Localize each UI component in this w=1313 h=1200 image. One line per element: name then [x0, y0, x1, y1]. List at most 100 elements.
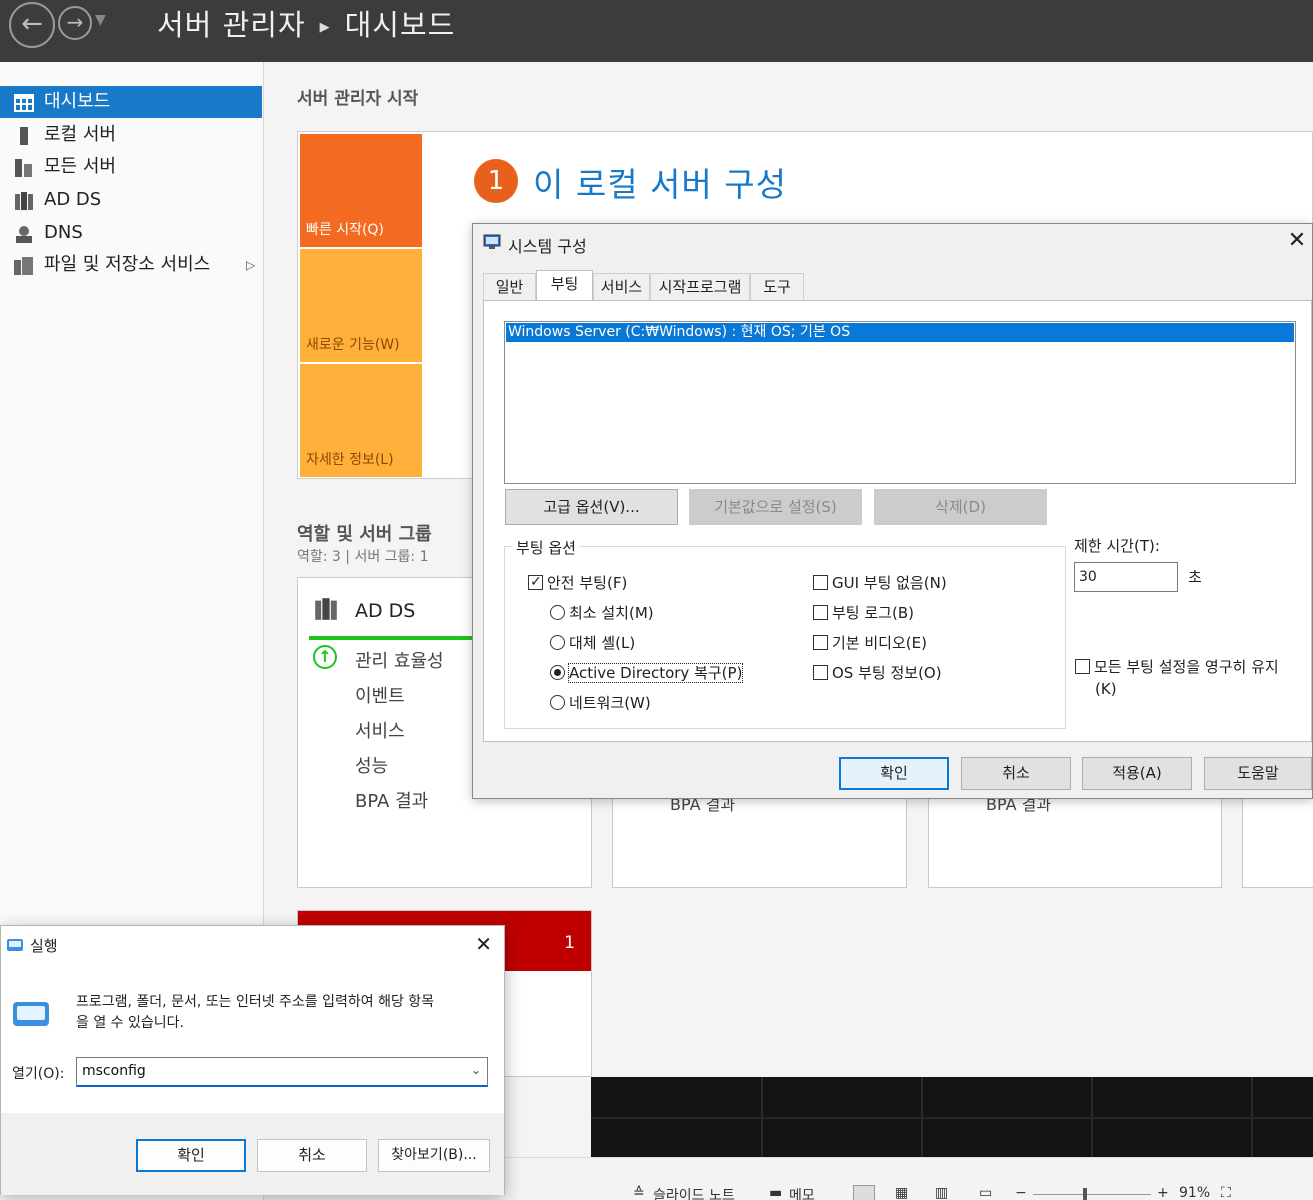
fit-to-window-icon[interactable]: ⛶: [1221, 1185, 1231, 1200]
dashboard-icon: [14, 94, 34, 112]
tab-boot[interactable]: 부팅: [536, 270, 593, 301]
card-link-manageability[interactable]: 관리 효율성: [355, 647, 444, 673]
zoom-out-icon[interactable]: −: [1015, 1185, 1027, 1200]
card-link-performance[interactable]: 성능: [355, 752, 388, 778]
advanced-options-button[interactable]: 고급 옵션(V)...: [505, 489, 678, 525]
option-label: 기본 비디오(E): [832, 634, 927, 652]
checkbox-icon: [813, 605, 828, 620]
server-icon: [20, 127, 28, 145]
comment-icon: ▬: [769, 1185, 783, 1200]
cancel-button[interactable]: 취소: [257, 1139, 367, 1172]
zoom-slider[interactable]: [1033, 1194, 1151, 1195]
close-icon[interactable]: ✕: [1284, 228, 1310, 253]
set-default-button[interactable]: 기본값으로 설정(S): [689, 489, 862, 525]
ad-ds-icon: [315, 598, 337, 620]
title-bar: ← → ▼ 서버 관리자 ▶ 대시보드: [0, 0, 1313, 62]
storage-icon: [14, 257, 33, 275]
dialog-title: 실행: [30, 937, 58, 955]
tile-whats-new[interactable]: 새로운 기능(W): [300, 249, 422, 362]
sidebar-item-dashboard[interactable]: 대시보드: [0, 86, 262, 118]
no-gui-boot-checkbox[interactable]: GUI 부팅 없음(N): [813, 573, 947, 593]
help-button[interactable]: 도움말: [1204, 757, 1312, 790]
card-link-events[interactable]: 이벤트: [355, 682, 405, 708]
persist-settings-shortcut: (K): [1095, 680, 1117, 698]
slide-notes-button[interactable]: 슬라이드 노트: [653, 1185, 735, 1200]
ok-button[interactable]: 확인: [136, 1139, 246, 1172]
card-title: AD DS: [355, 600, 416, 622]
roles-count: 역할: 3 | 서버 그룹: 1: [297, 549, 429, 565]
tab-startup[interactable]: 시작프로그램: [650, 273, 750, 300]
close-icon[interactable]: ✕: [475, 932, 492, 956]
run-dialog: 실행 ✕ 프로그램, 폴더, 문서, 또는 인터넷 주소를 입력하여 해당 항목…: [0, 925, 505, 1195]
checkbox-icon: [813, 635, 828, 650]
tab-general[interactable]: 일반: [483, 273, 536, 300]
sidebar-item-ad-ds[interactable]: AD DS: [0, 184, 262, 216]
history-dropdown-icon[interactable]: ▼: [95, 12, 106, 28]
tile-learn-more[interactable]: 자세한 정보(L): [300, 364, 422, 477]
chevron-down-icon[interactable]: ⌄: [471, 1063, 481, 1077]
sidebar-item-dns[interactable]: DNS: [0, 217, 262, 249]
radio-icon: [550, 695, 565, 710]
safe-boot-checkbox[interactable]: 안전 부팅(F): [528, 572, 628, 593]
network-radio[interactable]: 네트워크(W): [550, 693, 651, 713]
system-configuration-dialog: 시스템 구성 ✕ 일반 부팅 서비스 시작프로그램 도구 Windows Ser…: [472, 223, 1313, 799]
apply-button[interactable]: 적용(A): [1082, 757, 1192, 790]
description-line: 을 열 수 있습니다.: [76, 1015, 184, 1031]
tile-label: 새로운 기능(W): [306, 337, 400, 353]
browse-button[interactable]: 찾아보기(B)...: [378, 1139, 490, 1172]
boot-entries-list[interactable]: Windows Server (C:₩Windows) : 현재 OS; 기본 …: [504, 321, 1296, 484]
sidebar-item-all-servers[interactable]: 모든 서버: [0, 151, 262, 183]
card-link-bpa[interactable]: BPA 결과: [355, 787, 428, 813]
slideshow-icon[interactable]: ▭: [979, 1185, 992, 1200]
ad-repair-radio[interactable]: Active Directory 복구(P): [550, 663, 744, 683]
radio-icon: [550, 605, 565, 620]
configure-local-server-link[interactable]: 이 로컬 서버 구성: [533, 158, 787, 206]
sidebar-item-local-server[interactable]: 로컬 서버: [0, 119, 262, 151]
zoom-level[interactable]: 91%: [1179, 1185, 1210, 1200]
option-label: 모든 부팅 설정을 영구히 유지: [1094, 658, 1279, 676]
sidebar-item-label: 파일 및 저장소 서비스: [44, 254, 211, 275]
run-program-icon: [13, 1002, 49, 1026]
option-label: GUI 부팅 없음(N): [832, 574, 947, 592]
back-arrow-icon[interactable]: ←: [9, 2, 55, 48]
normal-view-icon[interactable]: [853, 1185, 875, 1200]
slide-sorter-icon[interactable]: ▦: [895, 1185, 908, 1200]
boot-entry-item[interactable]: Windows Server (C:₩Windows) : 현재 OS; 기본 …: [506, 323, 1294, 342]
ok-button[interactable]: 확인: [839, 757, 949, 790]
delete-button[interactable]: 삭제(D): [874, 489, 1047, 525]
boot-log-checkbox[interactable]: 부팅 로그(B): [813, 603, 914, 623]
option-label: 안전 부팅(F): [547, 574, 628, 592]
tab-services[interactable]: 서비스: [593, 273, 650, 300]
minimal-radio[interactable]: 최소 설치(M): [550, 603, 654, 623]
reading-view-icon[interactable]: ▥: [935, 1185, 948, 1200]
tab-tools[interactable]: 도구: [750, 273, 804, 300]
forward-arrow-icon[interactable]: →: [58, 6, 92, 40]
option-label: 부팅 로그(B): [832, 604, 914, 622]
open-input[interactable]: msconfig: [82, 1063, 146, 1079]
checkbox-icon: [1075, 659, 1090, 674]
notes-icon: ≙: [633, 1185, 645, 1200]
sidebar-item-file-storage[interactable]: 파일 및 저장소 서비스 ▷: [0, 249, 262, 281]
expand-arrow-icon[interactable]: ▷: [246, 249, 255, 281]
boot-options-label: 부팅 옵션: [512, 537, 580, 558]
timeout-input[interactable]: 30: [1074, 562, 1178, 592]
breadcrumb-separator-icon: ▶: [319, 19, 331, 35]
card-link-services[interactable]: 서비스: [355, 717, 405, 743]
ad-ds-icon: [15, 192, 33, 210]
base-video-checkbox[interactable]: 기본 비디오(E): [813, 633, 927, 653]
alert-count-badge: 1: [564, 933, 575, 953]
sidebar-item-label: 대시보드: [44, 91, 111, 112]
msconfig-icon: [483, 234, 501, 249]
checkbox-icon: [813, 575, 828, 590]
zoom-slider-thumb[interactable]: [1083, 1188, 1087, 1200]
cancel-button[interactable]: 취소: [961, 757, 1071, 790]
alternate-shell-radio[interactable]: 대체 셸(L): [550, 633, 635, 653]
memo-button[interactable]: 메모: [789, 1185, 815, 1200]
option-label: Active Directory 복구(P): [567, 663, 744, 683]
open-combobox[interactable]: msconfig ⌄: [76, 1057, 488, 1087]
zoom-in-icon[interactable]: +: [1157, 1185, 1169, 1200]
tile-quick-start[interactable]: 빠른 시작(Q): [300, 134, 422, 247]
os-boot-info-checkbox[interactable]: OS 부팅 정보(O): [813, 663, 942, 683]
persist-settings-checkbox[interactable]: 모든 부팅 설정을 영구히 유지: [1075, 657, 1279, 677]
radio-icon: [550, 635, 565, 650]
